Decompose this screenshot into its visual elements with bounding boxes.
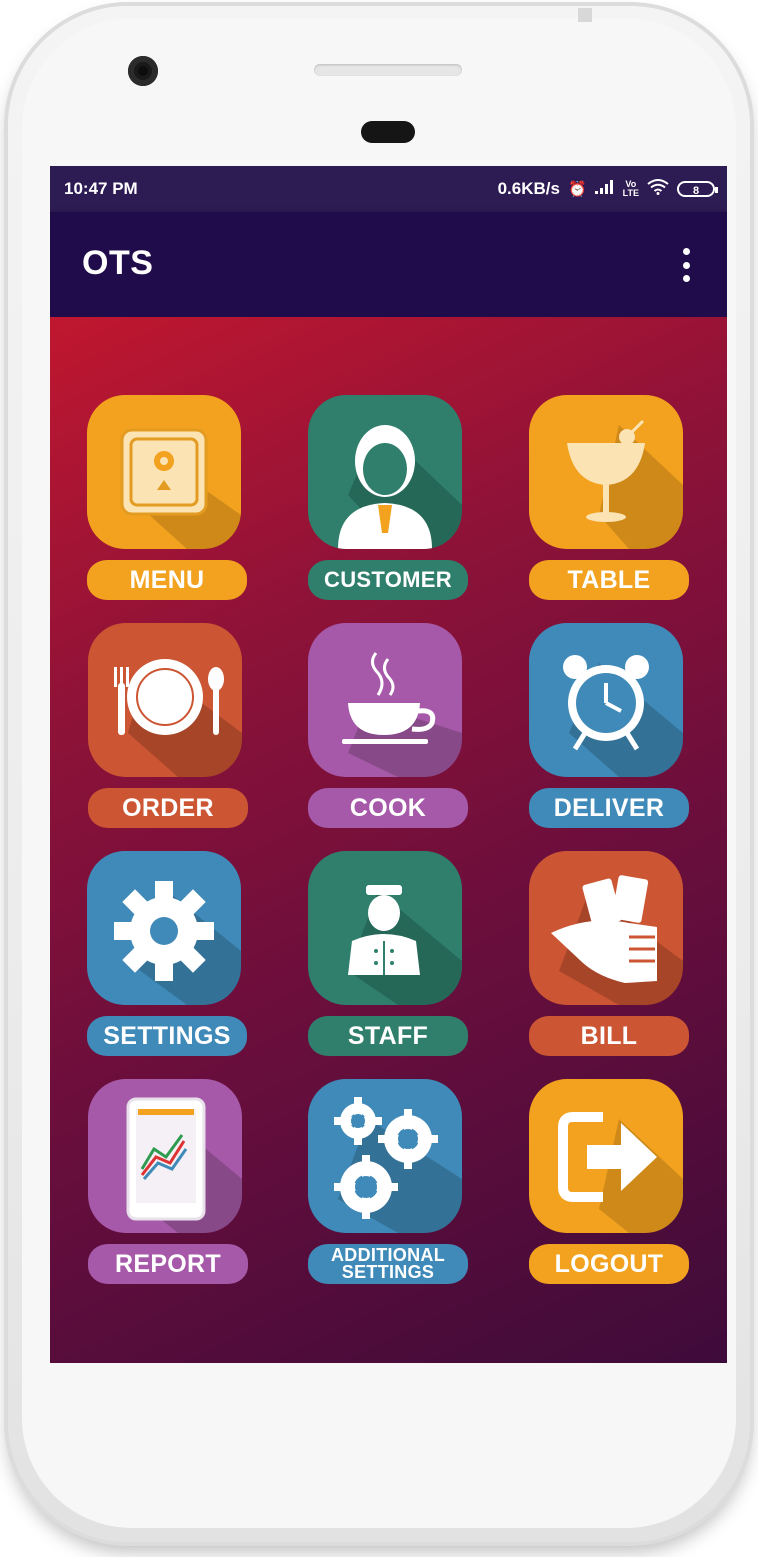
status-bar: 10:47 PM 0.6KB/s ⏰ Vo LTE 8: [50, 166, 727, 212]
tile-deliver[interactable]: DELIVER: [529, 623, 689, 833]
tile-cook[interactable]: COOK: [308, 623, 468, 833]
tile-label: TABLE: [529, 560, 689, 600]
gears-icon: [308, 1079, 462, 1233]
alarm-clock-icon: [529, 623, 683, 777]
front-camera: [128, 56, 158, 86]
alarm-icon: ⏰: [567, 181, 587, 198]
coffee-cup-icon: [308, 623, 462, 777]
volte-icon: Vo LTE: [622, 179, 639, 198]
network-speed: 0.6KB/s: [497, 179, 560, 198]
logout-icon: [529, 1079, 683, 1233]
staff-icon: [308, 851, 462, 1005]
tile-staff[interactable]: STAFF: [308, 851, 468, 1061]
tile-additional-settings[interactable]: ADDITIONAL SETTINGS: [308, 1079, 468, 1289]
tile-label: REPORT: [88, 1244, 248, 1284]
tile-bill[interactable]: BILL: [529, 851, 689, 1061]
battery-icon: 8: [677, 181, 718, 197]
plate-cutlery-icon: [88, 623, 242, 777]
overflow-menu-icon[interactable]: [681, 248, 691, 282]
dashboard-grid: MENU CUSTOMER TABLE ORDER COOK DELIVER S…: [50, 317, 727, 1363]
cocktail-icon: [529, 395, 683, 549]
tile-label: BILL: [529, 1016, 689, 1056]
status-icons: 0.6KB/s ⏰ Vo LTE 8: [497, 179, 718, 199]
tile-report[interactable]: REPORT: [88, 1079, 248, 1289]
report-tablet-icon: [88, 1079, 242, 1233]
tile-label: COOK: [308, 788, 468, 828]
tile-label: MENU: [87, 560, 247, 600]
tile-customer[interactable]: CUSTOMER: [308, 395, 468, 605]
tile-label: SETTINGS: [87, 1016, 247, 1056]
tile-settings[interactable]: SETTINGS: [87, 851, 247, 1061]
phone-screen: 10:47 PM 0.6KB/s ⏰ Vo LTE 8 OTS MENU CUS…: [50, 166, 727, 1363]
tile-table[interactable]: TABLE: [529, 395, 689, 605]
wifi-icon: [647, 179, 669, 199]
tile-logout[interactable]: LOGOUT: [529, 1079, 689, 1289]
tile-label: ADDITIONAL SETTINGS: [308, 1244, 468, 1284]
tile-label: STAFF: [308, 1016, 468, 1056]
earpiece-speaker: [314, 64, 462, 76]
tile-label: ORDER: [88, 788, 248, 828]
gear-icon: [87, 851, 241, 1005]
tile-label: CUSTOMER: [308, 560, 468, 600]
phone-side-button: [578, 8, 592, 22]
app-title: OTS: [82, 244, 154, 282]
safe-icon: [87, 395, 241, 549]
tile-menu[interactable]: MENU: [87, 395, 247, 605]
app-bar: OTS: [50, 212, 727, 317]
signal-icon: [594, 180, 615, 198]
tile-label: LOGOUT: [529, 1244, 689, 1284]
proximity-sensor: [361, 121, 415, 143]
status-time: 10:47 PM: [64, 179, 138, 198]
tile-label: DELIVER: [529, 788, 689, 828]
customer-icon: [308, 395, 462, 549]
tile-order[interactable]: ORDER: [88, 623, 248, 833]
money-hand-icon: [529, 851, 683, 1005]
